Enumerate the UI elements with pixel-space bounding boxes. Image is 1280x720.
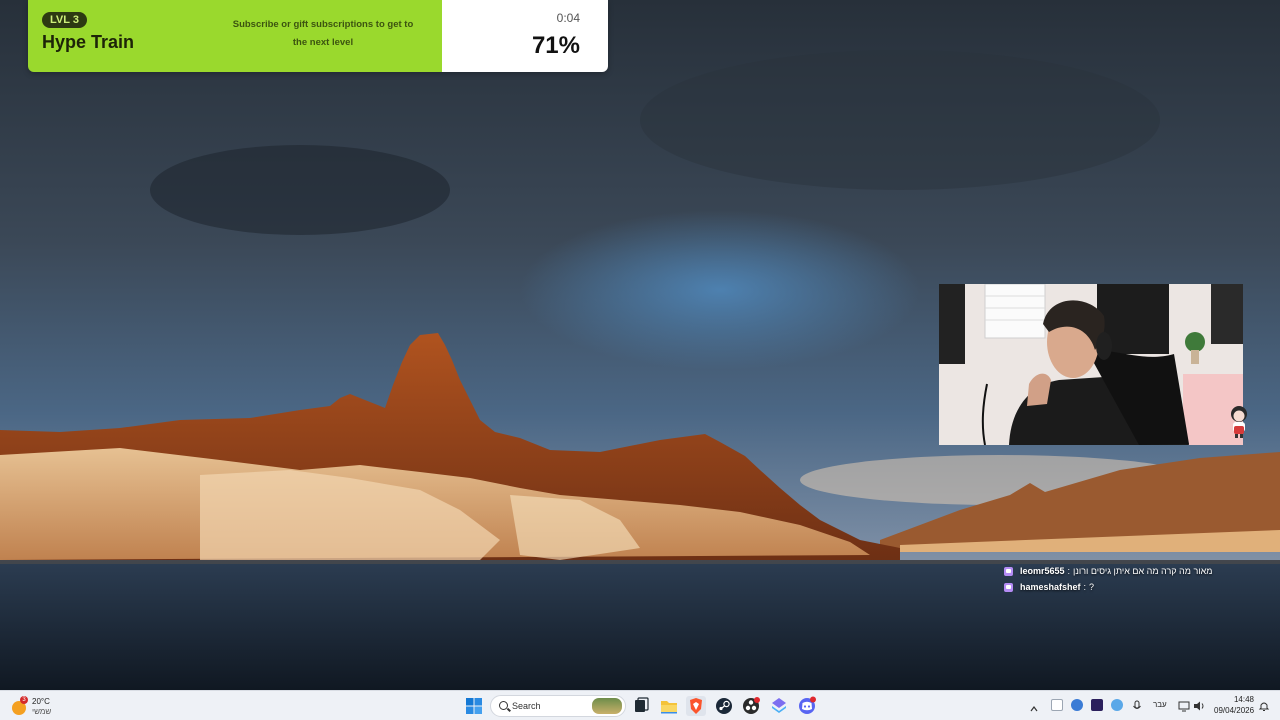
chat-message: hameshafshef : ? bbox=[1004, 579, 1234, 595]
weather-badge: 3 bbox=[20, 696, 28, 704]
weather-widget[interactable]: 3 20°C שמשי bbox=[12, 695, 72, 719]
hype-train-title: Hype Train bbox=[42, 32, 135, 52]
clock-date[interactable]: 09/04/2026 bbox=[1214, 706, 1254, 715]
chat-username: hameshafshef bbox=[1020, 582, 1081, 592]
clock-time[interactable]: 14:48 bbox=[1226, 695, 1254, 704]
network-icon[interactable] bbox=[1178, 699, 1190, 712]
file-explorer-icon[interactable] bbox=[659, 696, 679, 716]
chat-separator: : bbox=[1083, 582, 1087, 592]
mascot-sticker bbox=[1228, 404, 1250, 438]
hype-train-level-badge: LVL 3 bbox=[42, 12, 87, 28]
volume-icon[interactable] bbox=[1193, 699, 1205, 711]
twitch-badge-icon bbox=[1004, 582, 1013, 592]
chat-text: מאור מה קרה מה אם איתן גיסים ורונן bbox=[1073, 566, 1213, 576]
hype-train-progress: 71% bbox=[531, 32, 580, 59]
brave-browser-icon[interactable] bbox=[686, 696, 706, 716]
chat-overlay: leomr5655 : מאור מה קרה מה אם איתן גיסים… bbox=[1004, 563, 1234, 595]
tray-app-icon[interactable] bbox=[1091, 699, 1103, 711]
hype-train-info: LVL 3 Hype Train Subscribe or gift subsc… bbox=[28, 0, 442, 72]
obs-studio-icon[interactable] bbox=[741, 696, 761, 716]
steam-icon[interactable] bbox=[714, 696, 734, 716]
tray-app-icon[interactable] bbox=[1071, 699, 1083, 711]
chat-username: leomr5655 bbox=[1020, 566, 1065, 576]
weather-condition: שמשי bbox=[32, 707, 52, 716]
taskbar: 3 20°C שמשי Search עבר 14:48 09/04/2026 bbox=[0, 690, 1280, 720]
webcam-overlay bbox=[939, 284, 1243, 445]
microphone-icon[interactable] bbox=[1131, 699, 1143, 711]
hype-train-progress-panel: 0:04 71% bbox=[442, 0, 608, 72]
search-input[interactable]: Search bbox=[490, 695, 626, 717]
hype-train-description: Subscribe or gift subscriptions to get t… bbox=[232, 19, 414, 48]
chevron-up-icon[interactable] bbox=[1030, 700, 1038, 712]
tray-app-icon[interactable] bbox=[1051, 699, 1063, 711]
input-language-indicator[interactable]: עבר bbox=[1153, 700, 1167, 709]
task-view-icon[interactable] bbox=[631, 696, 651, 716]
twitch-badge-icon bbox=[1004, 566, 1013, 576]
chat-text: ? bbox=[1089, 582, 1095, 592]
search-highlight-image bbox=[592, 698, 622, 714]
chat-message: leomr5655 : מאור מה קרה מה אם איתן גיסים… bbox=[1004, 563, 1234, 579]
discord-icon[interactable] bbox=[797, 696, 817, 716]
windows-start-icon[interactable] bbox=[464, 696, 484, 716]
hype-train-banner: LVL 3 Hype Train Subscribe or gift subsc… bbox=[28, 0, 608, 72]
search-placeholder: Search bbox=[512, 701, 541, 711]
notification-bell-icon[interactable] bbox=[1258, 699, 1270, 711]
chat-separator: : bbox=[1067, 566, 1071, 576]
app-icon[interactable] bbox=[769, 696, 789, 716]
tray-app-icon[interactable] bbox=[1111, 699, 1123, 711]
search-icon bbox=[499, 701, 508, 710]
weather-temperature: 20°C bbox=[32, 697, 50, 706]
hype-train-timer: 0:04 bbox=[556, 11, 580, 25]
